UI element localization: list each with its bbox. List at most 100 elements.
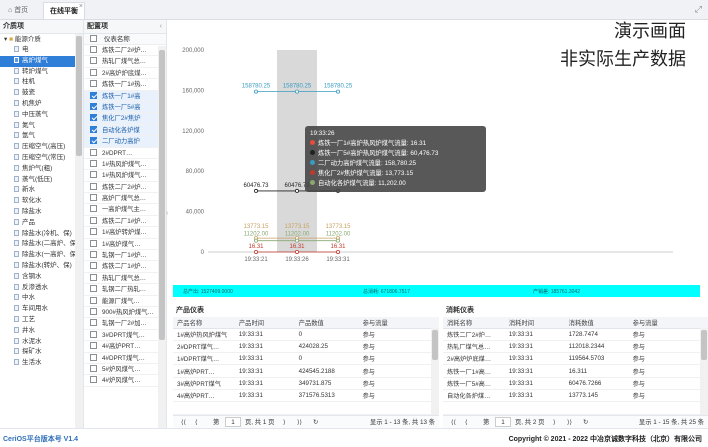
table-row[interactable]: 1#高炉PRT… 19:33:31 424545.2188 参与 xyxy=(173,364,439,378)
consume-column-header[interactable]: 消耗数值 xyxy=(564,317,629,329)
config-item[interactable]: 1#高炉煤气… xyxy=(84,239,166,251)
page-input[interactable]: 1 xyxy=(495,417,511,427)
config-item[interactable]: 轧钢二厂热轧… xyxy=(84,284,166,296)
config-checkbox[interactable] xyxy=(90,137,97,145)
config-checkbox[interactable] xyxy=(90,159,97,167)
tree-item[interactable]: 软化水 xyxy=(0,196,83,207)
config-checkbox[interactable] xyxy=(90,364,97,372)
config-scrollbar[interactable] xyxy=(158,46,166,428)
config-checkbox[interactable] xyxy=(90,342,97,350)
config-item[interactable]: 热轧厂煤气总… xyxy=(84,56,166,68)
config-item[interactable]: 高炉厂煤气总… xyxy=(84,193,166,205)
tree-item[interactable]: 新水 xyxy=(0,185,83,196)
tree-item[interactable]: 反渗透水 xyxy=(0,283,83,294)
config-item[interactable]: 能源厂煤气… xyxy=(84,296,166,307)
config-item[interactable]: 炼铁一厂1#高 xyxy=(84,90,166,102)
consume-column-header[interactable]: 消耗名称 xyxy=(443,317,505,329)
config-item[interactable]: 炼铁一厂1#热… xyxy=(84,79,166,91)
table-row[interactable]: 热轧厂煤气总… 19:33:31 112018.2344 参与 xyxy=(443,340,708,354)
config-item[interactable]: 轧钢一厂2#加… xyxy=(84,318,166,330)
tree-item[interactable]: 蒸气(低压) xyxy=(0,175,83,186)
tree-item[interactable]: 压缩空气(常压) xyxy=(0,153,83,164)
table-row[interactable]: 炼铁二厂2#炉… 19:33:31 1728.7474 参与 xyxy=(443,328,708,341)
consume-scrollbar[interactable] xyxy=(700,328,708,414)
tree-item[interactable]: 电 xyxy=(0,45,83,56)
tree-item[interactable]: 氮气 xyxy=(0,121,83,132)
config-item[interactable]: 热轧厂煤气总… xyxy=(84,273,166,285)
tree-item[interactable]: 中压蒸气 xyxy=(0,110,83,121)
config-item[interactable]: 炼铁二厂1#炉… xyxy=(84,216,166,228)
config-item[interactable]: 4#炉风煤气… xyxy=(84,375,166,387)
config-item[interactable]: 二厂动力高炉 xyxy=(84,136,166,148)
config-checkbox[interactable] xyxy=(90,91,97,99)
config-checkbox[interactable] xyxy=(90,262,97,270)
consume-column-header[interactable]: 参与流量 xyxy=(628,317,708,329)
page-input[interactable]: 1 xyxy=(225,417,241,427)
config-item[interactable]: 轧钢一厂1#炉… xyxy=(84,250,166,262)
produce-column-header[interactable]: 产品数值 xyxy=(294,317,359,329)
produce-column-header[interactable]: 产品名称 xyxy=(173,317,235,329)
config-checkbox[interactable] xyxy=(90,46,97,53)
config-item[interactable]: 1#高炉转炉煤… xyxy=(84,227,166,239)
config-item[interactable]: 炼铁一厂5#高 xyxy=(84,101,166,114)
consume-column-header[interactable]: 消耗时间 xyxy=(504,317,565,329)
tree-item[interactable]: 含钢水 xyxy=(0,272,83,283)
tab-online-balance[interactable]: 在线平衡 × xyxy=(43,2,85,19)
table-row[interactable]: 2#DPRT煤气… 19:33:31 424028.25 参与 xyxy=(173,340,439,354)
config-item[interactable]: 5#炉风煤气… xyxy=(84,364,166,376)
config-checkbox[interactable] xyxy=(90,319,97,327)
produce-column-header[interactable]: 参与流量 xyxy=(358,317,439,329)
config-checkbox[interactable] xyxy=(90,330,97,338)
produce-column-header[interactable]: 产品时间 xyxy=(234,317,295,329)
config-checkbox[interactable] xyxy=(90,102,97,110)
table-row[interactable]: 炼铁一厂5#高… 19:33:31 60476.7266 参与 xyxy=(443,377,708,390)
config-scroll-thumb[interactable] xyxy=(159,50,165,340)
tree-item[interactable]: 中水 xyxy=(0,293,83,304)
table-row[interactable]: 自动化各炉煤… 19:33:31 13773.145 参与 xyxy=(443,389,708,403)
table-row[interactable]: 2#高炉炉底煤… 19:33:31 119564.5703 参与 xyxy=(443,352,708,366)
produce-scroll-thumb[interactable] xyxy=(432,330,438,360)
config-checkbox[interactable] xyxy=(90,273,97,281)
tree-item[interactable]: 转炉煤气 xyxy=(0,67,83,78)
tree-item[interactable]: 产品 xyxy=(0,218,83,229)
config-checkbox[interactable] xyxy=(90,239,97,247)
config-item[interactable]: 1#热风炉煤气… xyxy=(84,159,166,171)
config-item[interactable]: 1#热风炉煤气… xyxy=(84,170,166,182)
table-row[interactable]: 1#高炉热风炉煤气 19:33:31 0 参与 xyxy=(173,328,439,341)
config-item[interactable]: 2#高炉炉底煤… xyxy=(84,68,166,80)
tree-item[interactable]: 机焦炉 xyxy=(0,99,83,110)
config-item[interactable]: 焦化厂2#焦炉 xyxy=(84,113,166,125)
tree-item[interactable]: 除盐水(转炉、保) xyxy=(0,261,83,272)
config-item[interactable]: 900#热风炉煤气… xyxy=(84,307,166,319)
select-all-checkbox[interactable] xyxy=(90,35,97,42)
tree-item[interactable]: 高炉煤气 xyxy=(0,55,83,67)
produce-scrollbar[interactable] xyxy=(431,328,439,414)
tab-home[interactable]: ⌂ 首页 xyxy=(2,2,38,19)
config-checkbox[interactable] xyxy=(90,353,97,361)
table-row[interactable]: 1#DPRT煤气… 19:33:31 0 参与 xyxy=(173,352,439,366)
config-checkbox[interactable] xyxy=(90,307,97,315)
tree-item[interactable]: 除盐水(二高炉、保) xyxy=(0,239,83,250)
tree-item[interactable]: 车间用水 xyxy=(0,304,83,315)
config-checkbox[interactable] xyxy=(90,194,97,202)
config-checkbox[interactable] xyxy=(90,228,97,236)
table-row[interactable] xyxy=(443,401,708,415)
tree-item[interactable]: 井水 xyxy=(0,326,83,337)
config-checkbox[interactable] xyxy=(90,68,97,76)
config-checkbox[interactable] xyxy=(90,171,97,179)
config-item[interactable]: 2#DPRT… xyxy=(84,148,166,159)
config-item[interactable]: 炼铁二厂1#炉… xyxy=(84,261,166,273)
config-checkbox[interactable] xyxy=(90,376,97,384)
config-item[interactable]: 4#高炉PRT… xyxy=(84,341,166,353)
config-checkbox[interactable] xyxy=(90,296,97,304)
table-row[interactable]: 4#高炉PRT… 19:33:31 371576.5313 参与 xyxy=(173,389,439,403)
config-checkbox[interactable] xyxy=(90,114,97,122)
collapse-left-icon[interactable]: ‹ xyxy=(160,20,162,34)
config-item[interactable]: 一高炉煤气主… xyxy=(84,204,166,216)
config-item[interactable]: 4#DPRT煤气… xyxy=(84,353,166,364)
expand-icon[interactable]: ⤢ xyxy=(695,4,702,15)
tree-item[interactable]: 生活水 xyxy=(0,358,83,369)
table-row[interactable]: 3#高炉PRT煤气 19:33:31 349731.875 参与 xyxy=(173,377,439,390)
tree-item[interactable]: 氩气 xyxy=(0,131,83,142)
tree-item[interactable]: 鼓瓷 xyxy=(0,88,83,99)
